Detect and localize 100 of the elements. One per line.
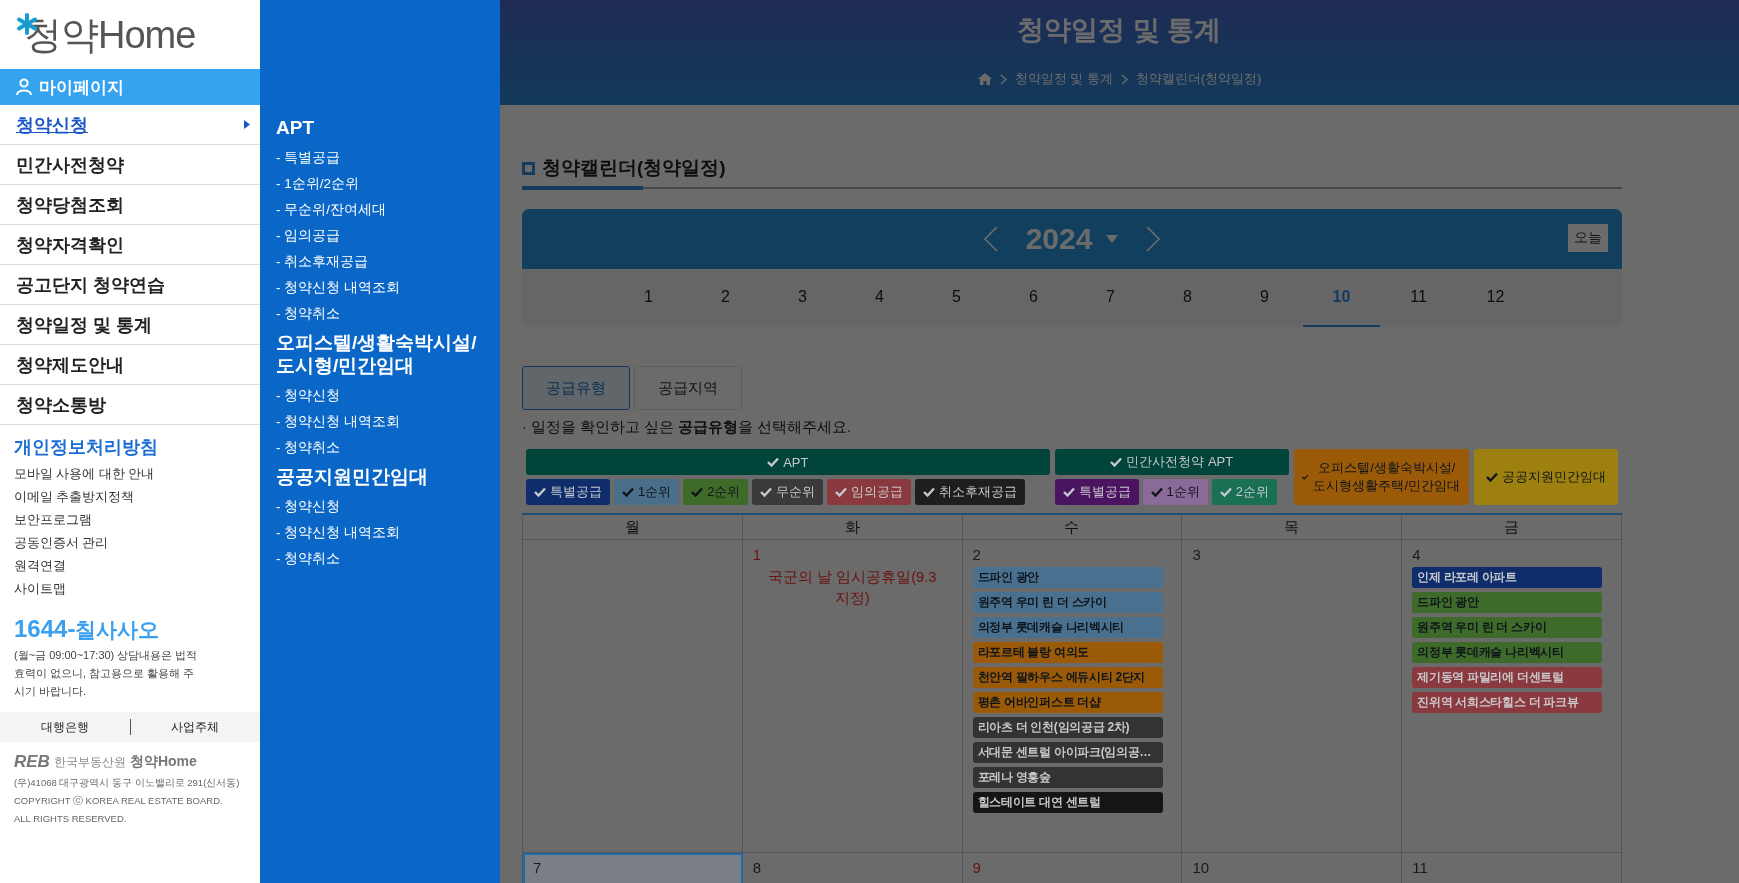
day-cell[interactable]: 10 (1182, 853, 1403, 883)
sidebar-item-label[interactable]: 청약일정 및 통계 (16, 312, 152, 337)
sidebar-item-label[interactable]: 민간사전청약 (16, 152, 124, 177)
privacy-policy-link[interactable]: 개인정보처리방침 (0, 425, 260, 463)
today-button[interactable]: 오늘 (1568, 224, 1608, 252)
bank-link[interactable]: 대행은행 (0, 718, 130, 736)
day-cell[interactable]: 4 인제 라포레 아파트 드파인 광안 원주역 우미 린 더 스카이 의정부 롯데캐슬 나리벡시티 제기동역 파밀리에 더센트럴 진위역 서희스타힐스 더 파크뷰 (1402, 540, 1622, 853)
event-chip[interactable]: 인제 라포레 아파트 (1412, 567, 1603, 588)
month-tab[interactable]: 2 (687, 269, 764, 327)
submenu-item[interactable]: - 청약신청 내역조회 (276, 520, 484, 546)
day-number: 7 (533, 859, 542, 876)
footer-link[interactable]: 모바일 사용에 대한 안내 (14, 463, 246, 486)
footer-link[interactable]: 보안프로그램 (14, 509, 246, 532)
check-icon (835, 487, 848, 497)
filter-group-button[interactable]: 오피스텔/생활숙박시설/도시형생활주택/민간임대 (1293, 449, 1470, 505)
check-icon (767, 457, 780, 467)
event-chip[interactable]: 의정부 롯데캐슬 나리벡시티 (1412, 642, 1603, 663)
event-chip[interactable]: 힐스테이트 대연 센트럴 (972, 792, 1163, 813)
event-chip[interactable]: 제기동역 파밀리에 더센트럴 (1412, 667, 1603, 688)
sidebar-item-label[interactable]: 공고단지 청약연습 (16, 272, 165, 297)
filter-group-button[interactable]: 민간사전청약 APT (1054, 449, 1289, 475)
month-tab[interactable]: 1 (610, 269, 687, 327)
submenu-item[interactable]: - 무순위/잔여세대 (276, 197, 484, 223)
month-tab[interactable]: 7 (1072, 269, 1149, 327)
caret-icon[interactable] (1106, 235, 1119, 243)
submenu-item[interactable]: - 청약신청 (276, 494, 484, 520)
filter-chip[interactable]: 특별공급 (1054, 479, 1139, 505)
event-chip[interactable]: 포레나 영흥숲 (972, 767, 1163, 788)
filter-group-button[interactable]: APT (526, 449, 1050, 475)
event-chip[interactable]: 의정부 롯데캐슬 나리벡시티 (972, 617, 1163, 638)
month-tab[interactable]: 11 (1380, 269, 1457, 327)
day-number: 1 (752, 546, 762, 563)
month-tab[interactable]: 3 (764, 269, 841, 327)
event-chip[interactable]: 리아츠 더 인천(임의공급 2차) (972, 717, 1163, 738)
event-chip[interactable]: 진위역 서희스타힐스 더 파크뷰 (1412, 692, 1603, 713)
submenu-item[interactable]: - 1순위/2순위 (276, 171, 484, 197)
chevron-right-icon (1120, 73, 1128, 85)
sidebar-item-label[interactable]: 청약당첨조회 (16, 192, 124, 217)
sidebar-item-label[interactable]: 청약제도안내 (16, 352, 124, 377)
submenu-item[interactable]: - 청약취소 (276, 435, 484, 461)
chevron-left-icon[interactable] (983, 226, 998, 252)
month-tab[interactable]: 4 (841, 269, 918, 327)
day-cell[interactable]: 7 (523, 853, 743, 883)
footer-link[interactable]: 이메일 추출방지정책 (14, 486, 246, 509)
submenu-item[interactable]: - 청약신청 내역조회 (276, 275, 484, 301)
sidebar-item-label[interactable]: 청약자격확인 (16, 232, 124, 257)
month-tab[interactable]: 9 (1226, 269, 1303, 327)
filter-chip[interactable]: 1순위 (614, 479, 680, 505)
filter-chip[interactable]: 1순위 (1142, 479, 1208, 505)
filter-group-button[interactable]: 공공지원민간임대 (1474, 449, 1618, 505)
event-chip[interactable]: 평촌 어바인퍼스트 더샵 (972, 692, 1163, 713)
submenu-item[interactable]: - 임의공급 (276, 223, 484, 249)
notice-text: (월~금 09:00~17:30) 상담내용은 법적효력이 없으니, 참고용으로 활용해 주시기 바랍니다. (13, 648, 199, 699)
submenu-item[interactable]: - 청약신청 내역조회 (276, 409, 484, 435)
day-number: 2 (972, 546, 981, 563)
event-chip[interactable]: 서대문 센트럴 아이파크(임의공… (972, 742, 1163, 763)
month-tab[interactable]: 5 (918, 269, 995, 327)
weekday-header: 수 (962, 515, 1183, 540)
submenu-heading[interactable]: 오피스텔/생활숙박시설/도시형/민간임대 (276, 331, 484, 377)
submenu-item[interactable]: - 청약취소 (276, 301, 484, 327)
submenu-heading[interactable]: APT (276, 116, 484, 139)
filter-chip[interactable]: 2순위 (1211, 479, 1277, 505)
check-icon (1062, 487, 1075, 497)
event-chip[interactable]: 천안역 필하우스 에듀시티 2단지 (972, 667, 1163, 688)
month-tab[interactable]: 6 (995, 269, 1072, 327)
check-icon (760, 487, 773, 497)
event-chip[interactable]: 라포르테 블랑 여의도 (972, 642, 1163, 663)
filter-chip[interactable]: 2순위 (683, 479, 749, 505)
filter-chip[interactable]: 특별공급 (526, 479, 610, 505)
weekday-header: 월 (523, 515, 743, 540)
filter-chip[interactable]: 무순위 (752, 479, 824, 505)
footer-link[interactable]: 공동인증서 관리 (14, 532, 246, 555)
submenu-item[interactable]: - 청약취소 (276, 546, 484, 572)
filter-chip[interactable]: 임의공급 (827, 479, 912, 505)
day-cell[interactable]: 2 드파인 광안 원주역 우미 린 더 스카이 의정부 롯데캐슬 나리벡시티 라포르테 블랑 여의도 천안역 필하우스 에듀시티 2단지 평촌 어바인퍼스트 더샵 리아츠 더 인천(임의공급 2차) 서대문 센트럴 아이파크(임의공… 포레나 영흥숲 힐스테이트 대연 센트럴 (962, 540, 1183, 853)
month-tab[interactable]: 8 (1149, 269, 1226, 327)
day-cell[interactable]: 3 (1182, 540, 1403, 853)
event-chip[interactable]: 드파인 광안 (972, 567, 1163, 588)
filter-tab[interactable]: 공급지역 (634, 366, 742, 410)
site-logo[interactable]: 청약Home (24, 15, 196, 54)
chevron-right-icon[interactable] (1146, 226, 1161, 252)
month-tab[interactable]: 12 (1457, 269, 1534, 327)
submenu-heading[interactable]: 공공지원민간임대 (276, 465, 484, 488)
submenu-item[interactable]: - 취소후재공급 (276, 249, 484, 275)
check-icon (923, 487, 936, 497)
filter-chip[interactable]: 취소후재공급 (915, 479, 1026, 505)
event-chip[interactable]: 원주역 우미 린 더 스카이 (1412, 617, 1603, 638)
submenu-item[interactable]: - 청약신청 (276, 383, 484, 409)
day-cell[interactable]: 11 (1402, 853, 1622, 883)
submenu-item[interactable]: - 특별공급 (276, 145, 484, 171)
day-cell[interactable]: 8 (742, 853, 963, 883)
business-link[interactable]: 사업주체 (130, 718, 260, 736)
check-icon (1150, 487, 1163, 497)
footer-link[interactable]: 원격연결 (14, 555, 246, 578)
rights-text: ALL RIGHTS RESERVED. (14, 812, 128, 826)
event-chip[interactable]: 원주역 우미 린 더 스카이 (972, 592, 1163, 613)
footer-link[interactable]: 사이트맵 (14, 578, 246, 601)
sidebar-item-label[interactable]: 청약소통방 (16, 392, 106, 417)
home-icon[interactable] (977, 73, 992, 85)
event-chip[interactable]: 드파인 광안 (1412, 592, 1603, 613)
